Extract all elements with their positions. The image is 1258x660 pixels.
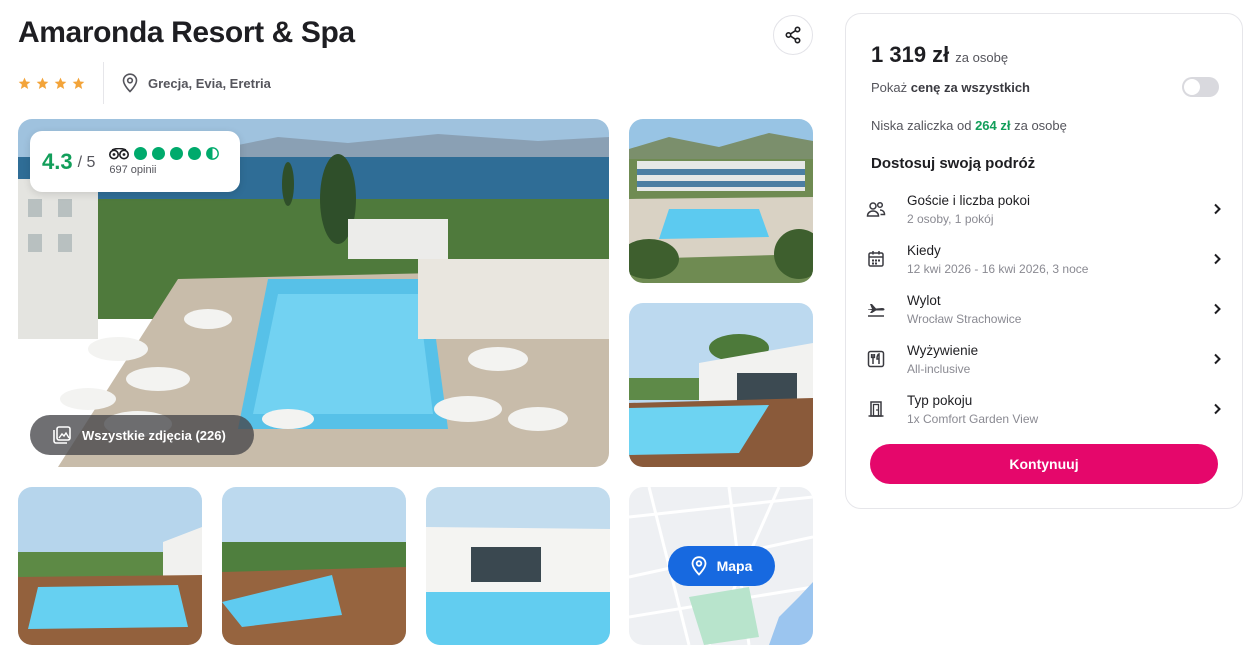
chevron-right-icon [1214, 353, 1221, 365]
photo-thumbnail[interactable] [222, 487, 406, 645]
continue-button[interactable]: Kontynuuj [870, 444, 1218, 484]
hotel-title: Amaronda Resort & Spa [18, 16, 355, 49]
star-icon [36, 77, 49, 89]
option-guests[interactable]: Goście i liczba pokoi 2 osoby, 1 pokój [861, 186, 1229, 232]
star-rating [18, 62, 104, 104]
map-label: Mapa [716, 558, 753, 574]
option-flight[interactable]: Wylot Wrocław Strachowice [861, 286, 1229, 332]
option-dates[interactable]: Kiedy 12 kwi 2026 - 16 kwi 2026, 3 noce [861, 236, 1229, 282]
tripadvisor-icon [109, 147, 130, 159]
option-title: Wyżywienie [907, 342, 979, 358]
option-title: Goście i liczba pokoi [907, 192, 1031, 208]
toggle-label: Pokaż cenę za wszystkich [871, 79, 1030, 95]
chevron-right-icon [1214, 203, 1221, 215]
star-icon [18, 77, 31, 89]
reviews-count[interactable]: 697 opinii [109, 164, 219, 176]
location-text: Grecja, Evia, Eretria [148, 75, 271, 91]
option-title: Kiedy [907, 242, 941, 258]
price-all-toggle[interactable] [1182, 77, 1219, 97]
location[interactable]: Grecja, Evia, Eretria [104, 73, 271, 93]
location-pin-icon [691, 556, 706, 576]
gallery-icon [53, 426, 71, 444]
rating-bubble [134, 147, 148, 160]
booking-panel: 1 319 zł za osobę Pokaż cenę za wszystki… [845, 13, 1243, 509]
guests-icon [866, 201, 886, 217]
option-value: Wrocław Strachowice [907, 311, 1022, 326]
location-pin-icon [122, 73, 138, 93]
rating-max: / 5 [77, 154, 96, 171]
all-photos-button[interactable]: Wszystkie zdjęcia (226) [30, 415, 254, 455]
chevron-right-icon [1214, 253, 1221, 265]
rating-card: 4.3 / 5 697 opinii [30, 131, 240, 192]
hotel-meta: Grecja, Evia, Eretria [18, 62, 271, 104]
option-value: 1x Comfort Garden View [907, 411, 1039, 426]
star-icon [54, 77, 67, 89]
option-room-type[interactable]: Typ pokoju 1x Comfort Garden View [861, 386, 1229, 432]
option-value: All-inclusive [907, 361, 971, 376]
meal-icon [867, 350, 885, 368]
photo-thumbnail[interactable] [629, 119, 813, 283]
option-title: Wylot [907, 292, 941, 308]
chevron-right-icon [1214, 303, 1221, 315]
deposit-info: Niska zaliczka od 264 zł za osobę [871, 118, 1067, 133]
customize-title: Dostosuj swoją podróż [871, 155, 1036, 172]
share-icon [785, 26, 801, 44]
photo-thumbnail[interactable] [629, 303, 813, 467]
photo-thumbnail[interactable] [426, 487, 610, 645]
rating-bubble-half [206, 147, 220, 160]
option-value: 2 osoby, 1 pokój [907, 211, 994, 226]
door-icon [868, 401, 884, 417]
price-unit: za osobę [955, 50, 1009, 65]
option-title: Typ pokoju [907, 392, 973, 408]
price: 1 319 zł [871, 42, 950, 67]
calendar-icon [868, 251, 884, 267]
rating-bubble [152, 147, 166, 160]
star-icon [72, 77, 85, 89]
rating-bubble [188, 147, 202, 160]
rating-bubble [170, 147, 184, 160]
price-toggle-row: Pokaż cenę za wszystkich [871, 77, 1219, 97]
map-button[interactable]: Mapa [668, 546, 775, 586]
price-row: 1 319 zł za osobę [871, 42, 1008, 68]
all-photos-label: Wszystkie zdjęcia (226) [82, 427, 226, 443]
plane-icon [868, 304, 885, 317]
option-meals[interactable]: Wyżywienie All-inclusive [861, 336, 1229, 382]
share-button[interactable] [773, 15, 813, 55]
option-value: 12 kwi 2026 - 16 kwi 2026, 3 noce [907, 261, 1089, 276]
deposit-amount: 264 zł [975, 118, 1011, 133]
photo-thumbnail[interactable] [18, 487, 202, 645]
chevron-right-icon [1214, 403, 1221, 415]
rating-score: 4.3 [42, 148, 73, 174]
